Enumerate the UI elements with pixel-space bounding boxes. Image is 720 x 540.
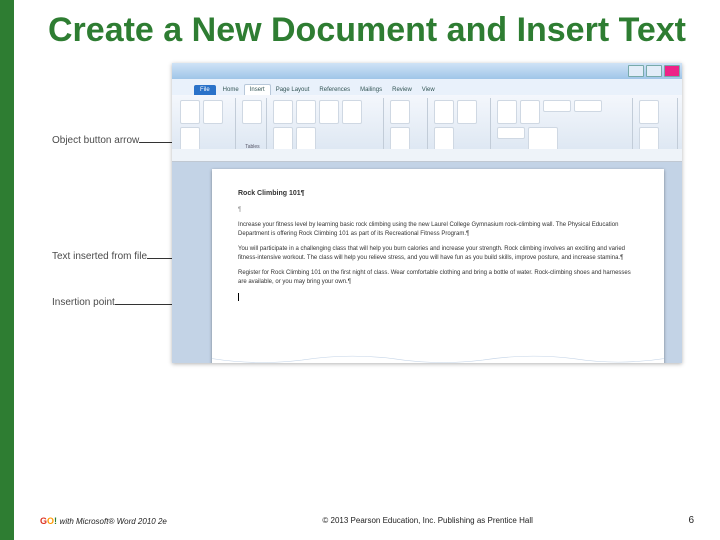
tab-insert[interactable]: Insert [244, 84, 271, 95]
doc-p2: You will participate in a challenging cl… [238, 245, 638, 263]
page-break-icon[interactable] [180, 127, 200, 151]
symbol-icon[interactable] [639, 127, 659, 151]
doc-blank: ¶ [238, 206, 638, 215]
callout-column: Object button arrow Text inserted from f… [52, 63, 172, 363]
hyperlink-icon[interactable] [390, 100, 410, 124]
object-button[interactable] [528, 127, 558, 151]
tab-review[interactable]: Review [387, 85, 417, 95]
doc-p1: Increase your fitness level by learning … [238, 221, 638, 239]
tab-mailings[interactable]: Mailings [355, 85, 387, 95]
blank-page-icon[interactable] [203, 100, 223, 124]
tab-references[interactable]: References [314, 85, 355, 95]
callout-insertion-point-label: Insertion point [52, 297, 115, 308]
slide: Create a New Document and Insert Text Ob… [0, 0, 720, 540]
document-page[interactable]: Rock Climbing 101¶ ¶ Increase your fitne… [212, 169, 664, 363]
group-text: Text [493, 98, 634, 152]
callout-object-arrow-label: Object button arrow [52, 135, 139, 146]
maximize-icon[interactable] [646, 65, 662, 77]
slide-footer: GO! with Microsoft® Word 2010 2e © 2013 … [40, 515, 694, 526]
callout-object-arrow: Object button arrow [52, 135, 139, 146]
screenshot-icon[interactable] [296, 127, 316, 151]
tab-home[interactable]: Home [218, 85, 244, 95]
datetime-icon[interactable] [497, 127, 525, 139]
tab-pagelayout[interactable]: Page Layout [271, 85, 315, 95]
callout-text-inserted: Text inserted from file [52, 251, 147, 262]
textbox-icon[interactable] [497, 100, 517, 124]
close-icon[interactable] [664, 65, 680, 77]
torn-edge [212, 353, 664, 363]
ruler[interactable] [172, 149, 682, 162]
pagenum-icon[interactable] [434, 127, 454, 151]
group-links: Links [386, 98, 429, 152]
ribbon: Pages Tables Illustrations Links Header … [172, 95, 682, 156]
tab-view[interactable]: View [417, 85, 440, 95]
doc-p3: Register for Rock Climbing 101 on the fi… [238, 269, 638, 287]
footer-brand-prod: Word 2010 2e [114, 517, 166, 526]
smartart-icon[interactable] [342, 100, 362, 124]
quickparts-icon[interactable] [543, 100, 571, 112]
ribbon-tabs: File Home Insert Page Layout References … [172, 79, 682, 95]
footer-left: GO! with Microsoft® Word 2010 2e [40, 516, 167, 526]
group-headerfooter: Header & Footer [430, 98, 490, 152]
group-symbols: Symbols [635, 98, 678, 152]
bookmark-icon[interactable] [390, 127, 410, 151]
figure: Object button arrow Text inserted from f… [52, 63, 682, 363]
footer-icon[interactable] [457, 100, 477, 124]
equation-icon[interactable] [639, 100, 659, 124]
footer-brand-with: with Microsoft [60, 517, 109, 526]
cover-page-icon[interactable] [180, 100, 200, 124]
minimize-icon[interactable] [628, 65, 644, 77]
callout-text-inserted-label: Text inserted from file [52, 251, 147, 262]
window-titlebar [172, 63, 682, 79]
callout-insertion-point: Insertion point [52, 297, 115, 308]
insertion-point-cursor [238, 293, 239, 301]
go-logo: GO! [40, 516, 57, 526]
table-icon[interactable] [242, 100, 262, 124]
chart-icon[interactable] [273, 127, 293, 151]
shapes-icon[interactable] [319, 100, 339, 124]
word-screenshot: File Home Insert Page Layout References … [172, 63, 682, 363]
group-tables: Tables [238, 98, 267, 152]
header-icon[interactable] [434, 100, 454, 124]
clipart-icon[interactable] [296, 100, 316, 124]
footer-copyright: © 2013 Pearson Education, Inc. Publishin… [322, 516, 532, 525]
signature-icon[interactable] [574, 100, 602, 112]
group-illustrations: Illustrations [269, 98, 383, 152]
footer-pagenum: 6 [688, 515, 694, 526]
wordart-icon[interactable] [520, 100, 540, 124]
group-pages: Pages [176, 98, 236, 152]
doc-heading: Rock Climbing 101¶ [238, 189, 638, 200]
document-workspace: Rock Climbing 101¶ ¶ Increase your fitne… [172, 149, 682, 363]
tab-file[interactable]: File [194, 85, 216, 95]
slide-title: Create a New Document and Insert Text [14, 0, 720, 49]
picture-icon[interactable] [273, 100, 293, 124]
